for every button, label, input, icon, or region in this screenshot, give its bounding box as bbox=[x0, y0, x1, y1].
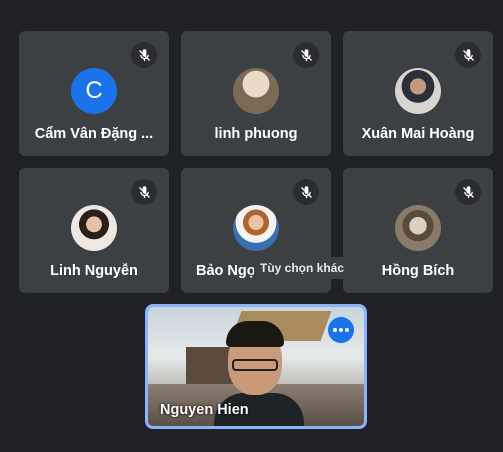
participant-tile[interactable]: Xuân Mai Hoàng bbox=[343, 31, 493, 156]
mic-muted-icon bbox=[293, 179, 319, 205]
mic-muted-icon bbox=[293, 42, 319, 68]
participant-name: linh phuong bbox=[214, 126, 298, 142]
avatar bbox=[71, 205, 117, 251]
participant-tile[interactable]: Hồng Bích bbox=[343, 168, 493, 293]
video-person bbox=[226, 321, 284, 347]
participant-name: Xuân Mai Hoàng bbox=[361, 126, 475, 142]
mic-muted-icon bbox=[131, 179, 157, 205]
mic-muted-icon bbox=[455, 42, 481, 68]
participant-name: Hồng Bích bbox=[381, 263, 455, 279]
mic-muted-icon bbox=[131, 42, 157, 68]
participant-tile[interactable]: Linh Nguyễn bbox=[19, 168, 169, 293]
avatar bbox=[395, 68, 441, 114]
video-person bbox=[232, 359, 278, 371]
avatar bbox=[233, 205, 279, 251]
more-options-icon bbox=[333, 328, 337, 332]
more-options-icon bbox=[339, 328, 343, 332]
more-options-icon bbox=[345, 328, 349, 332]
mic-muted-icon bbox=[455, 179, 481, 205]
self-view-tile[interactable]: Nguyen Hien bbox=[145, 304, 367, 429]
participant-name: Cẩm Vân Đặng ... bbox=[34, 126, 154, 142]
participant-name: Nguyen Hien bbox=[160, 402, 249, 418]
avatar bbox=[233, 68, 279, 114]
avatar: C bbox=[71, 68, 117, 114]
avatar bbox=[395, 205, 441, 251]
more-options-tooltip: Tùy chọn khác bbox=[254, 257, 351, 279]
more-options-button[interactable] bbox=[328, 317, 354, 343]
participant-tile[interactable]: C Cẩm Vân Đặng ... bbox=[19, 31, 169, 156]
participant-tile[interactable]: linh phuong bbox=[181, 31, 331, 156]
participant-name: Linh Nguyễn bbox=[50, 263, 138, 279]
